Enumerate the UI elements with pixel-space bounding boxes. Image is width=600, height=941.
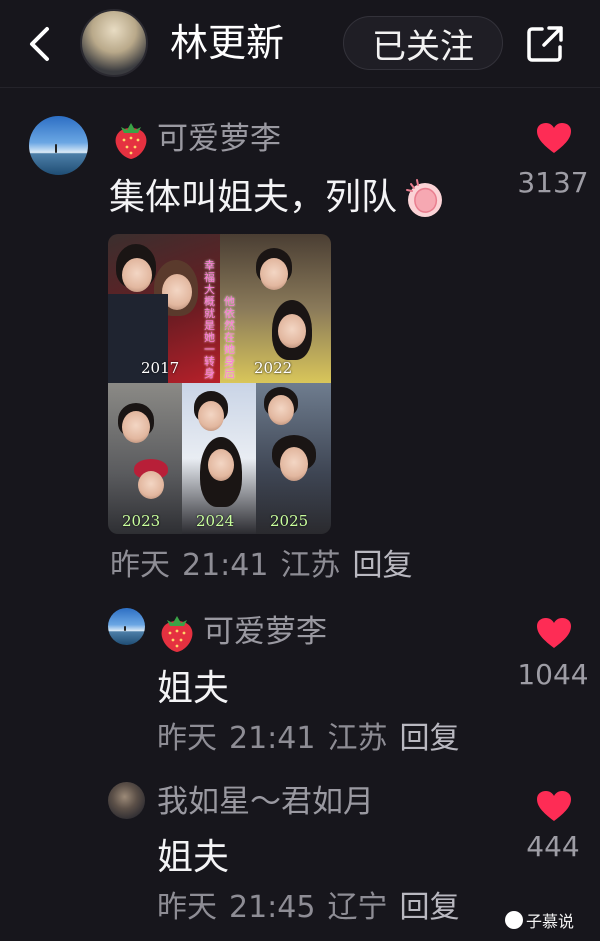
share-out-icon [527, 26, 563, 62]
back-button[interactable] [22, 22, 56, 66]
collage-year-2025: 2025 [270, 512, 309, 530]
like-heart-icon[interactable] [536, 790, 572, 822]
reply-username-text: 可爱萝李 [203, 614, 327, 650]
reply-username[interactable]: 我如星～君如月 [157, 782, 374, 822]
top-bar: 林更新 已关注 [0, 0, 600, 88]
comment-text: 集体叫姐夫，列队 [109, 174, 447, 222]
collage-year-2024: 2024 [196, 512, 235, 530]
collage-photo-2023[interactable]: 2023 [108, 383, 182, 534]
comment-time: 21:41 [182, 548, 269, 583]
reply-time: 21:41 [229, 721, 316, 756]
chevron-left-icon [30, 27, 49, 61]
reply-location: 江苏 [327, 721, 388, 756]
reply-username[interactable]: 可爱萝李 [157, 611, 327, 653]
reply-location: 辽宁 [327, 890, 388, 925]
clap-emoji-icon [406, 179, 443, 217]
like-count: 1044 [517, 658, 589, 691]
like-count: 3137 [517, 166, 589, 199]
comment-username-text: 可爱萝李 [157, 121, 281, 157]
reply-time: 21:45 [229, 890, 316, 925]
reply-avatar[interactable] [108, 782, 145, 819]
reply-meta: 昨天 21:41 江苏 回复 [157, 719, 471, 759]
reply-text: 姐夫 [157, 837, 230, 878]
comment-meta: 昨天 21:41 江苏 回复 [110, 546, 424, 586]
reply-button[interactable]: 回复 [399, 890, 459, 925]
like-heart-icon[interactable] [536, 122, 572, 154]
reply-button[interactable]: 回复 [352, 548, 412, 583]
collage-year-2017: 2017 [141, 359, 180, 377]
comment-date: 昨天 [110, 548, 170, 583]
reply-avatar[interactable] [108, 608, 145, 645]
profile-name[interactable]: 林更新 [170, 18, 284, 68]
photo-collage[interactable]: 幸福大概就是她一转身 2017 他依然在她身后 2022 2023 2024 2… [108, 234, 331, 534]
collage-year-2023: 2023 [122, 512, 161, 530]
reply-button[interactable]: 回复 [399, 721, 459, 756]
comment-text-content: 集体叫姐夫，列队 [109, 177, 398, 218]
collage-photo-2017[interactable]: 幸福大概就是她一转身 2017 [108, 234, 220, 383]
profile-avatar[interactable] [80, 9, 148, 77]
comment-username[interactable]: 可爱萝李 [111, 118, 281, 160]
like-heart-icon[interactable] [536, 617, 572, 649]
watermark: 子慕说 [505, 908, 574, 932]
collage-photo-2025[interactable]: 2025 [256, 383, 331, 534]
follow-button[interactable]: 已关注 [343, 16, 503, 70]
comment-location: 江苏 [280, 548, 341, 583]
paw-icon [505, 911, 523, 929]
commenter-avatar[interactable] [29, 116, 88, 175]
collage-caption-right: 他依然在她身后 [224, 295, 235, 380]
reply-meta: 昨天 21:45 辽宁 回复 [157, 888, 471, 928]
reply-text: 姐夫 [157, 668, 230, 709]
strawberry-icon [115, 123, 147, 159]
share-button[interactable] [525, 24, 565, 64]
reply-date: 昨天 [157, 721, 217, 756]
reply-date: 昨天 [157, 890, 217, 925]
strawberry-icon [161, 616, 193, 652]
collage-caption-left: 幸福大概就是她一转身 [204, 259, 215, 380]
watermark-text: 子慕说 [526, 912, 575, 931]
collage-photo-2024[interactable]: 2024 [182, 383, 256, 534]
collage-year-2022: 2022 [254, 359, 293, 377]
like-count: 444 [526, 830, 580, 863]
collage-photo-2022[interactable]: 他依然在她身后 2022 [220, 234, 331, 383]
